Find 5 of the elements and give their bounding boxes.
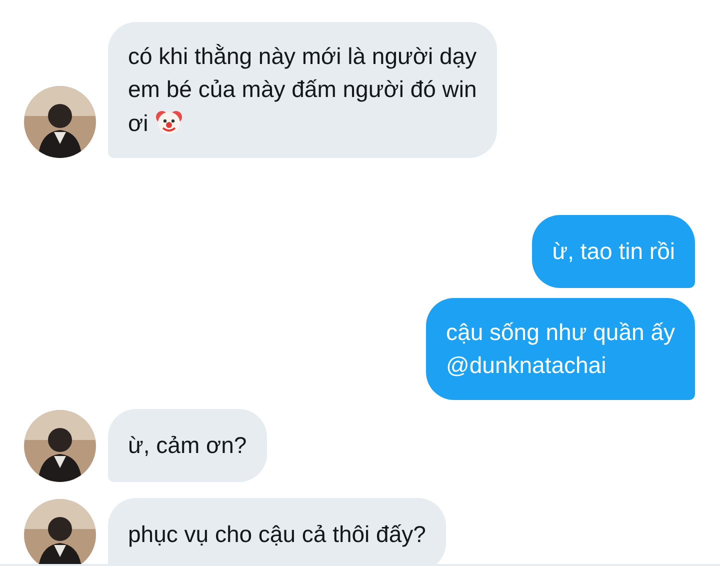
message-bubble: ừ, cảm ơn? [108,409,267,482]
message-bubble: phục vụ cho cậu cả thôi đấy? [108,498,446,564]
message-bubble: cậu sống như quần ấy @dunknatachai [426,298,695,400]
message-bubble: ừ, tao tin rồi [532,215,695,288]
message-bubble: có khi thằng này mới là người dạy em bé của mày đấm người đó win ơi [108,22,497,158]
